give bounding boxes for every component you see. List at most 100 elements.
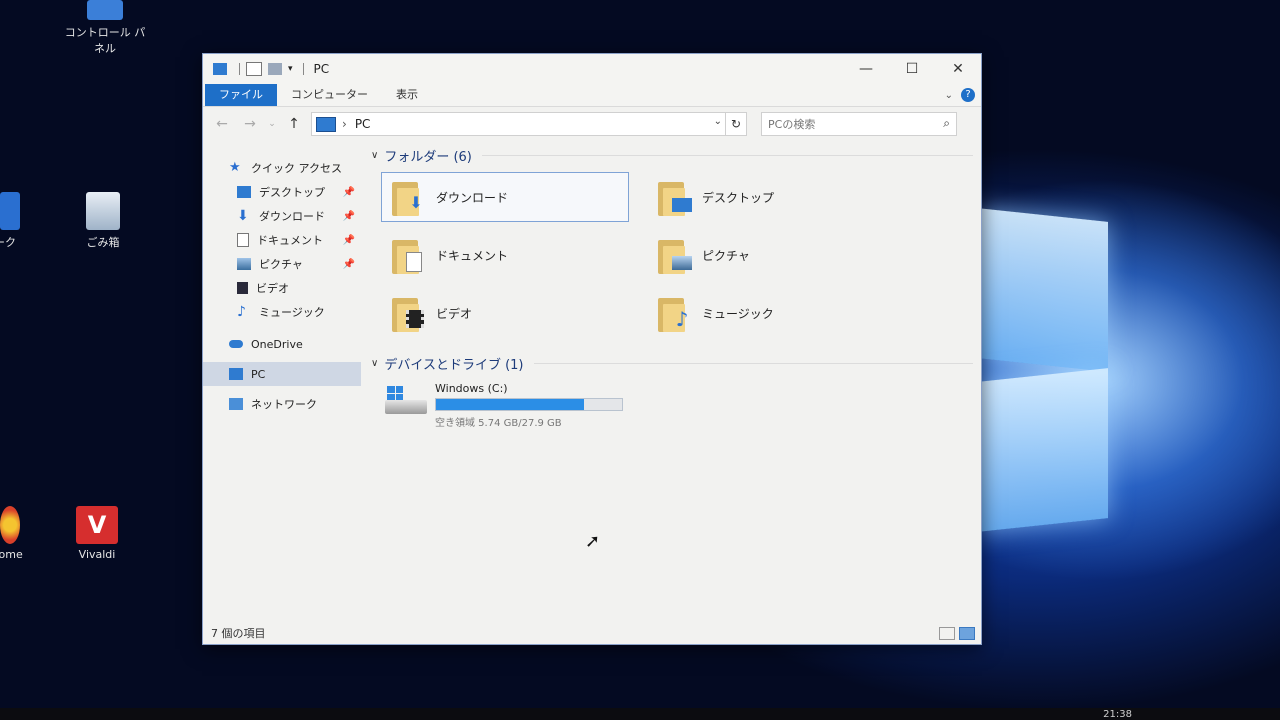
nav-pictures[interactable]: ピクチャ 📌	[203, 252, 361, 276]
tab-view[interactable]: 表示	[382, 84, 432, 106]
taskbar-clock[interactable]: 21:38	[1103, 709, 1132, 720]
address-bar-row: ← → ⌄ ↑ › PC ⌄ ↻ ⌕	[203, 107, 981, 141]
document-folder-icon	[392, 236, 428, 274]
windows-logo-wallpaper	[978, 175, 1108, 535]
nav-label: OneDrive	[251, 337, 303, 351]
folder-label: ミュージック	[702, 306, 774, 321]
title-separator	[239, 63, 240, 75]
forward-button[interactable]: →	[239, 116, 261, 132]
large-icons-view-button[interactable]	[959, 627, 975, 640]
close-button[interactable]: ✕	[935, 54, 981, 84]
network-icon	[229, 398, 243, 410]
search-icon[interactable]: ⌕	[943, 116, 950, 131]
back-button[interactable]: ←	[211, 116, 233, 132]
desktop-icon-chrome[interactable]: hrome	[0, 506, 50, 561]
picture-folder-icon	[658, 236, 694, 274]
nav-videos[interactable]: ビデオ	[203, 276, 361, 300]
nav-label: ドキュメント	[257, 234, 323, 247]
taskbar: 21:38	[0, 708, 1280, 720]
window-title: PC	[313, 62, 330, 76]
details-view-button[interactable]	[939, 627, 955, 640]
desktop-icon-recycle-bin[interactable]: ごみ箱	[58, 192, 148, 250]
search-input[interactable]	[762, 113, 930, 135]
cloud-icon	[229, 340, 243, 348]
folder-documents[interactable]: ドキュメント	[381, 230, 629, 280]
folder-label: デスクトップ	[702, 190, 775, 205]
picture-icon	[237, 258, 251, 270]
ribbon-tabs: ファイル コンピューター 表示 ⌄ ?	[203, 84, 981, 107]
desktop-icon-network[interactable]: ーク	[0, 192, 50, 250]
network-icon	[0, 192, 20, 230]
desktop-icon-label: コントロール パネル	[64, 26, 146, 55]
breadcrumb-pc[interactable]: PC	[355, 117, 371, 131]
folder-videos[interactable]: ビデオ	[381, 288, 629, 338]
folder-downloads[interactable]: ⬇ ダウンロード	[381, 172, 629, 222]
pc-icon	[316, 116, 336, 132]
minimize-button[interactable]: —	[843, 54, 889, 84]
nav-label: ダウンロード	[259, 210, 325, 223]
drive-usage-fill	[436, 399, 584, 410]
pc-icon	[213, 63, 227, 75]
status-bar: 7 個の項目	[203, 622, 981, 644]
tab-computer[interactable]: コンピューター	[277, 84, 382, 106]
new-folder-icon[interactable]	[268, 63, 282, 75]
video-icon	[237, 282, 248, 294]
refresh-button[interactable]: ↻	[725, 113, 746, 135]
properties-icon[interactable]	[246, 62, 262, 76]
nav-documents[interactable]: ドキュメント 📌	[203, 228, 361, 252]
recent-locations-chevron-icon[interactable]: ⌄	[267, 119, 277, 129]
folder-music[interactable]: ♪ ミュージック	[647, 288, 895, 338]
devices-group-header[interactable]: ∨ デバイスとドライブ (1)	[371, 352, 973, 374]
tab-file[interactable]: ファイル	[205, 84, 277, 106]
video-folder-icon	[392, 294, 428, 332]
folder-label: ビデオ	[436, 306, 473, 321]
group-title: デバイスとドライブ (1)	[384, 357, 524, 373]
breadcrumb-chevron-icon[interactable]: ›	[342, 117, 347, 131]
item-count: 7 個の項目	[211, 627, 266, 640]
collapse-chevron-icon[interactable]: ∨	[371, 358, 378, 369]
nav-label: PC	[251, 367, 266, 381]
folder-label: ダウンロード	[436, 190, 509, 205]
folder-desktop[interactable]: デスクトップ	[647, 172, 895, 222]
pin-icon: 📌	[342, 234, 355, 246]
folders-group-header[interactable]: ∨ フォルダー (6)	[371, 144, 973, 166]
drive-c[interactable]: Windows (C:) 空き領域 5.74 GB/27.9 GB	[385, 382, 973, 429]
search-box[interactable]: ⌕	[761, 112, 957, 136]
nav-network[interactable]: ネットワーク	[203, 392, 361, 416]
desktop-icon-label: hrome	[0, 548, 23, 561]
nav-label: ネットワーク	[251, 398, 317, 411]
help-icon[interactable]: ?	[961, 88, 975, 102]
expand-ribbon-chevron-icon[interactable]: ⌄	[945, 90, 953, 101]
desktop-icon-label: ーク	[0, 236, 16, 249]
address-dropdown-chevron-icon[interactable]: ⌄	[714, 116, 722, 127]
download-folder-icon: ⬇	[392, 178, 428, 216]
nav-pc[interactable]: PC	[203, 362, 361, 386]
music-note-icon: ♪	[237, 304, 246, 320]
folder-pictures[interactable]: ピクチャ	[647, 230, 895, 280]
nav-music[interactable]: ♪ ミュージック	[203, 300, 361, 324]
music-folder-icon: ♪	[658, 294, 694, 332]
up-button[interactable]: ↑	[283, 116, 305, 132]
navigation-pane: ★ クイック アクセス デスクトップ 📌 ⬇ ダウンロード 📌 ドキュメント 📌…	[203, 144, 361, 622]
drive-usage-bar	[435, 398, 623, 411]
desktop-icon-vivaldi[interactable]: V Vivaldi	[52, 506, 142, 561]
file-explorer-window: ▾ PC — ☐ ✕ ファイル コンピューター 表示 ⌄ ? ← → ⌄ ↑ ›…	[202, 53, 982, 645]
group-divider	[481, 154, 973, 156]
pin-icon: 📌	[342, 258, 355, 270]
recycle-bin-icon	[86, 192, 120, 230]
nav-quick-access[interactable]: ★ クイック アクセス	[203, 156, 361, 180]
nav-onedrive[interactable]: OneDrive	[203, 332, 361, 356]
maximize-button[interactable]: ☐	[889, 54, 935, 84]
nav-downloads[interactable]: ⬇ ダウンロード 📌	[203, 204, 361, 228]
customize-qat-chevron-icon[interactable]: ▾	[288, 64, 293, 74]
drive-free-space: 空き領域 5.74 GB/27.9 GB	[435, 418, 562, 429]
desktop-icon-label: ごみ箱	[86, 236, 120, 249]
nav-desktop[interactable]: デスクトップ 📌	[203, 180, 361, 204]
title-separator	[302, 63, 304, 75]
collapse-chevron-icon[interactable]: ∨	[371, 150, 378, 161]
nav-label: デスクトップ	[259, 186, 325, 199]
nav-label: クイック アクセス	[251, 162, 342, 175]
drive-name: Windows (C:)	[435, 382, 508, 395]
address-box[interactable]: › PC ⌄ ↻	[311, 112, 747, 136]
desktop-icon-control-panel[interactable]: コントロール パネル	[60, 0, 150, 56]
